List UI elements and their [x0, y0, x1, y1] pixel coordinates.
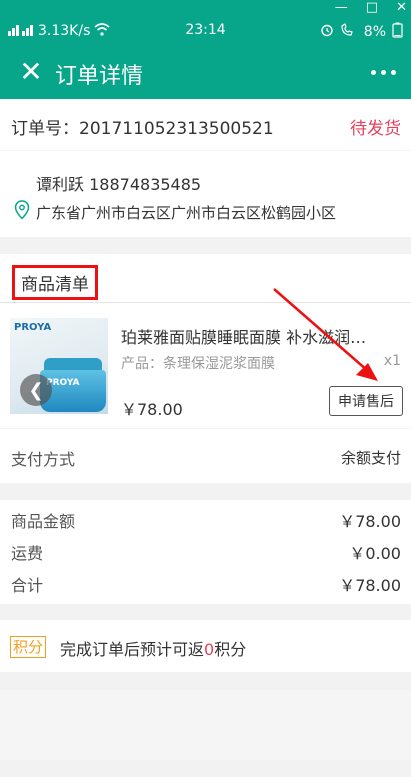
- close-icon[interactable]: ✕: [14, 54, 48, 88]
- order-number-label: 订单号：: [11, 119, 79, 139]
- product-price: ￥78.00: [121, 400, 183, 419]
- points-text: 完成订单后预计可返0积分: [60, 640, 247, 659]
- payment-method-value: 余额支付: [340, 449, 401, 467]
- annotation-arrow-icon: [273, 288, 378, 381]
- order-status: 待发货: [350, 119, 401, 139]
- apply-after-sale-button[interactable]: 申请售后: [329, 386, 403, 416]
- address-detail: 广东省广州市白云区广州市白云区松鹤园小区: [36, 203, 337, 222]
- goods-list-header: 商品清单: [12, 265, 98, 300]
- recipient: 谭利跃 18874835485: [36, 171, 201, 195]
- goods-amount-row: 商品金额 ￥78.00: [11, 512, 401, 531]
- points-amount: 0: [204, 640, 215, 659]
- totals-section: 商品金额 ￥78.00 运费 ￥0.00 合计 ￥78.00: [0, 500, 411, 604]
- product-image[interactable]: PROYA PROYA ❮: [10, 318, 108, 414]
- points-badge: 积分: [10, 636, 47, 658]
- maximize-icon[interactable]: □: [366, 0, 378, 15]
- order-number: 201711052313500521: [79, 119, 274, 139]
- more-menu-icon[interactable]: [363, 58, 403, 86]
- close-window-icon[interactable]: ✕: [396, 0, 407, 15]
- payment-section: 支付方式 余额支付: [0, 429, 411, 483]
- product-spec: 产品：条理保湿泥浆面膜: [121, 356, 275, 372]
- recipient-phone: 18874835485: [89, 175, 202, 194]
- hd-call-icon: [340, 23, 358, 41]
- product-quantity: x1: [383, 353, 401, 369]
- battery-icon: [392, 22, 403, 42]
- bottom-spacer: [0, 690, 411, 760]
- points-section: 积分 完成订单后预计可返0积分: [0, 620, 411, 672]
- product-brand: PROYA: [14, 322, 52, 333]
- page-title: 订单详情: [55, 64, 144, 89]
- image-prev-arrow-icon[interactable]: ❮: [20, 374, 52, 406]
- battery-level: 8%: [363, 24, 386, 40]
- payment-method-label: 支付方式: [11, 450, 76, 469]
- alarm-icon: [320, 23, 334, 41]
- location-pin-icon: [14, 200, 30, 224]
- address-section: 谭利跃 18874835485 广东省广州市白云区广州市白云区松鹤园小区: [0, 151, 411, 237]
- total-row: 合计 ￥78.00: [11, 576, 401, 595]
- window-controls: — □ ✕: [335, 0, 407, 15]
- status-bar: — □ ✕ 3.13K/s 23:14 8%: [0, 0, 411, 44]
- recipient-name: 谭利跃: [36, 175, 85, 194]
- minimize-icon[interactable]: —: [335, 0, 348, 15]
- shipping-row: 运费 ￥0.00: [11, 544, 401, 563]
- order-number-section: 订单号：201711052313500521 待发货: [0, 100, 411, 150]
- nav-bar: ✕ 订单详情: [0, 44, 411, 99]
